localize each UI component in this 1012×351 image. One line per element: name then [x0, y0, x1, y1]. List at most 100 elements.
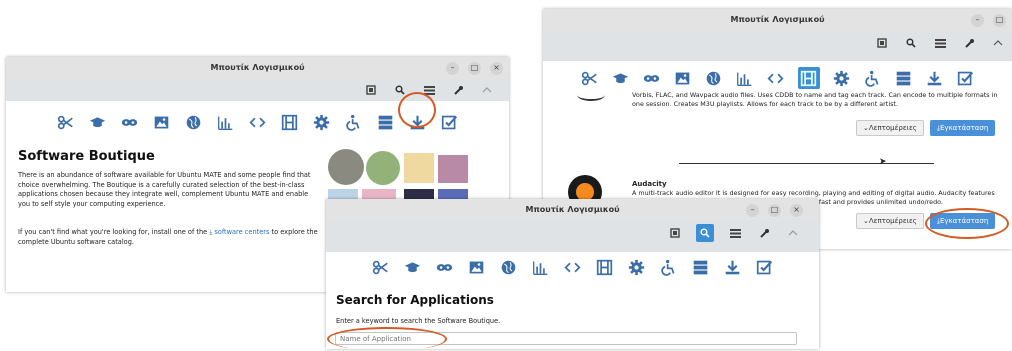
category-education[interactable]	[89, 113, 107, 131]
scissors-icon	[372, 259, 389, 276]
category-accessories[interactable]	[372, 258, 390, 276]
category-selected[interactable]	[756, 258, 774, 276]
category-office[interactable]	[532, 258, 550, 276]
minimize-button[interactable]: –	[446, 61, 459, 75]
category-accessories[interactable]	[581, 69, 599, 87]
install-label: Εγκατάσταση	[940, 217, 989, 225]
category-office[interactable]	[736, 69, 754, 87]
category-multimedia[interactable]	[797, 67, 820, 89]
close-button[interactable]: ×	[490, 61, 503, 75]
chevron-up-icon	[482, 87, 492, 93]
category-internet[interactable]	[500, 258, 518, 276]
globe-icon	[500, 259, 517, 276]
install-label: Εγκατάσταση	[940, 124, 989, 132]
category-education[interactable]	[612, 69, 630, 87]
category-graphics[interactable]	[153, 113, 171, 131]
toolbar	[326, 221, 819, 245]
category-bar	[326, 252, 819, 282]
list-view-button[interactable]	[727, 225, 743, 241]
category-accessories[interactable]	[57, 113, 75, 131]
preferences-button[interactable]	[756, 225, 772, 241]
category-internet[interactable]	[705, 69, 723, 87]
chevron-up-icon	[993, 40, 1003, 46]
category-programming[interactable]	[767, 69, 785, 87]
window-titlebar[interactable]: Μπουτίκ Λογισμικού – □ ×	[326, 199, 819, 221]
scroll-up-button[interactable]	[479, 82, 495, 98]
maximize-button[interactable]: □	[768, 203, 781, 217]
category-system[interactable]	[628, 258, 646, 276]
category-graphics[interactable]	[468, 258, 486, 276]
toolbar	[6, 79, 509, 101]
wrench-icon	[964, 38, 974, 48]
category-servers[interactable]	[692, 258, 710, 276]
list-view-button[interactable]	[932, 35, 948, 51]
category-accessibility[interactable]	[345, 113, 363, 131]
queue-button[interactable]	[667, 225, 683, 241]
queue-icon	[877, 38, 887, 48]
window-titlebar[interactable]: Μπουτίκ Λογισμικού – □ ×	[6, 57, 509, 79]
category-installed[interactable]	[409, 113, 427, 131]
category-programming[interactable]	[249, 113, 267, 131]
details-button[interactable]: ⌄ Λεπτομέρειες	[856, 120, 924, 136]
queue-button[interactable]	[874, 35, 890, 51]
category-system[interactable]	[313, 113, 331, 131]
window-titlebar[interactable]: Μπουτίκ Λογισμικού – □	[543, 9, 1012, 31]
app-actions: ⌄ Λεπτομέρειες ⤓ Εγκατάσταση	[856, 120, 996, 136]
category-selected[interactable]	[441, 113, 459, 131]
search-window: Μπουτίκ Λογισμικού – □ × Search for Appl…	[326, 199, 819, 349]
preferences-button[interactable]	[450, 82, 466, 98]
install-button[interactable]: ⤓ Εγκατάσταση	[929, 213, 996, 229]
preferences-button[interactable]	[961, 35, 977, 51]
maximize-button[interactable]: □	[993, 13, 1006, 27]
install-button[interactable]: ⤓ Εγκατάσταση	[929, 120, 996, 136]
category-games[interactable]	[121, 113, 139, 131]
image-icon	[468, 259, 485, 276]
gear-icon	[833, 70, 850, 87]
category-accessibility[interactable]	[660, 258, 678, 276]
search-button[interactable]	[392, 82, 408, 98]
category-selected[interactable]	[957, 69, 975, 87]
category-internet[interactable]	[185, 113, 203, 131]
category-education[interactable]	[404, 258, 422, 276]
collage-image-2	[366, 151, 400, 185]
app-icon	[577, 89, 605, 101]
category-multimedia[interactable]	[596, 258, 614, 276]
scroll-up-button[interactable]	[785, 225, 801, 241]
window-title: Μπουτίκ Λογισμικού	[525, 205, 620, 214]
minimize-button[interactable]: –	[971, 13, 984, 27]
category-installed[interactable]	[724, 258, 742, 276]
film-icon	[596, 259, 613, 276]
collage-image-3	[404, 153, 434, 183]
details-button[interactable]: ⌄ Λεπτομέρειες	[856, 213, 924, 229]
list-view-button[interactable]	[421, 82, 437, 98]
category-accessibility[interactable]	[864, 69, 882, 87]
category-games[interactable]	[436, 258, 454, 276]
code-icon	[249, 114, 266, 131]
category-programming[interactable]	[564, 258, 582, 276]
category-installed[interactable]	[926, 69, 944, 87]
software-centers-label: software centers	[214, 228, 270, 236]
category-office[interactable]	[217, 113, 235, 131]
scroll-up-button[interactable]	[990, 35, 1006, 51]
search-heading: Search for Applications	[336, 293, 494, 307]
search-button[interactable]	[696, 224, 714, 242]
category-system[interactable]	[833, 69, 851, 87]
search-button[interactable]	[903, 35, 919, 51]
queue-button[interactable]	[363, 82, 379, 98]
category-multimedia[interactable]	[281, 113, 299, 131]
search-icon	[906, 38, 916, 48]
search-input[interactable]	[335, 332, 797, 345]
category-games[interactable]	[643, 69, 661, 87]
scissors-icon	[57, 114, 74, 131]
graduation-cap-icon	[404, 259, 421, 276]
software-centers-link[interactable]: ⤓ software centers	[209, 228, 269, 236]
maximize-button[interactable]: □	[468, 61, 481, 75]
category-graphics[interactable]	[674, 69, 692, 87]
minimize-button[interactable]: –	[746, 203, 759, 217]
details-label: Λεπτομέρειες	[868, 124, 917, 132]
category-servers[interactable]	[895, 69, 913, 87]
boutique-footer: If you can't find what you're looking fo…	[18, 228, 318, 247]
category-servers[interactable]	[377, 113, 395, 131]
close-button[interactable]: ×	[790, 203, 803, 217]
accessibility-icon	[345, 114, 362, 131]
